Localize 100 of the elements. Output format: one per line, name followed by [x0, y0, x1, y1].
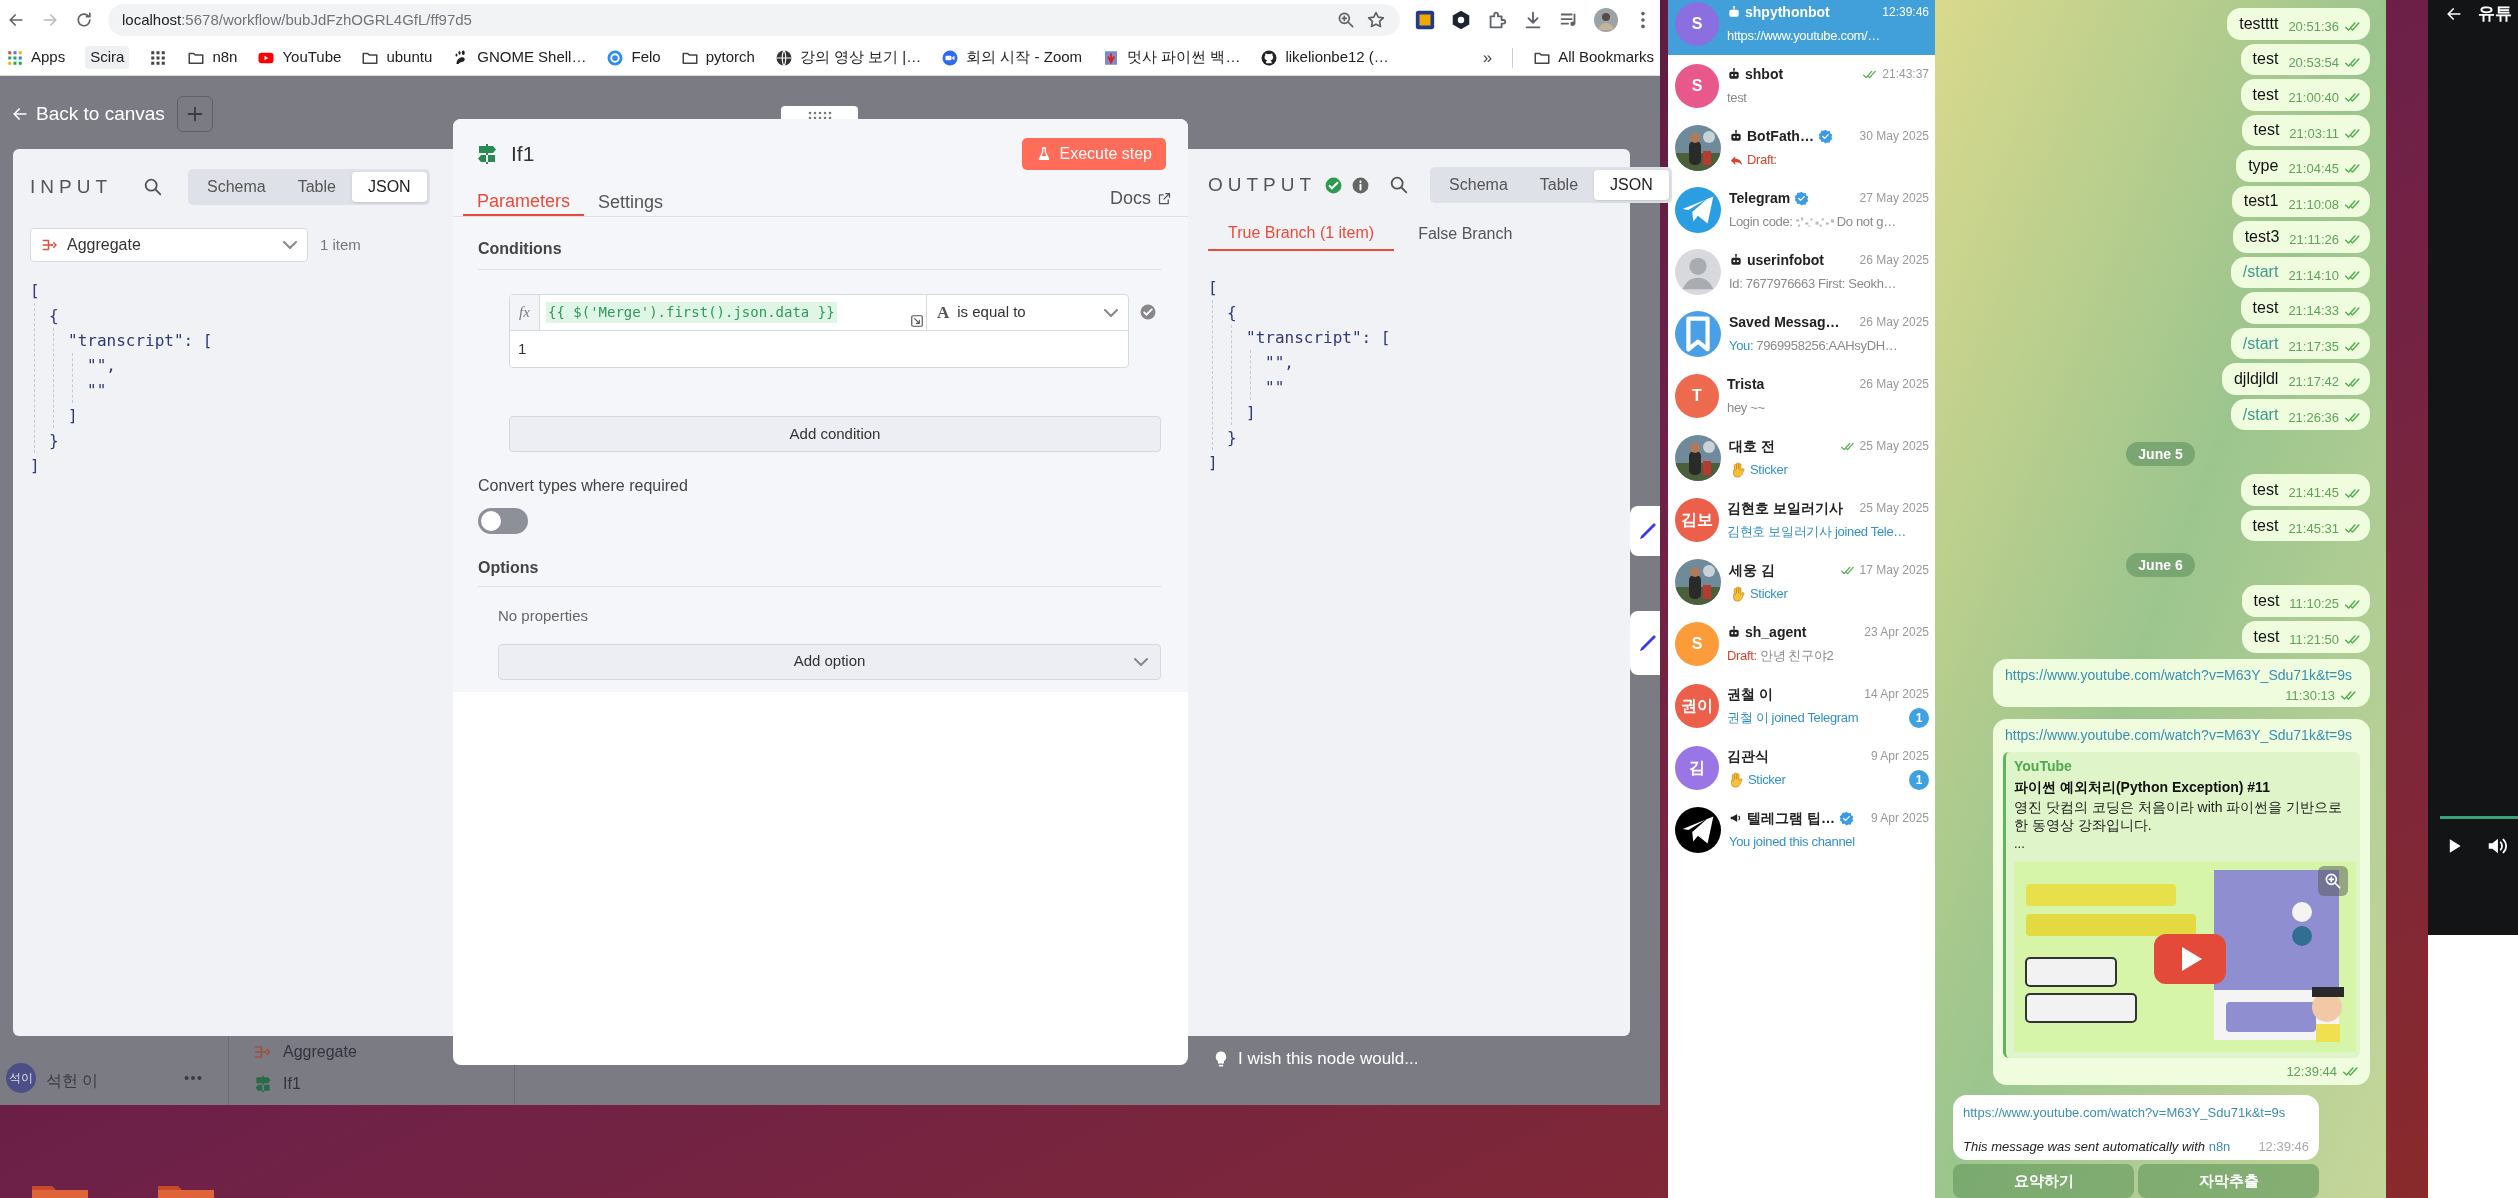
bookmark-link[interactable]: Scira: [85, 46, 130, 69]
unread-badge: 1: [1909, 770, 1929, 790]
bookmark-icon: [1675, 311, 1721, 357]
chat-name: 김현호 보일러기사: [1727, 498, 1843, 518]
message-link[interactable]: https://www.youtube.com/watch?v=M63Y_Sdu71k&t=9s: [1963, 1103, 2309, 1123]
view-tab[interactable]: Table: [1523, 170, 1595, 200]
chevron-down-icon: [283, 241, 297, 249]
message-time: 21:03:11: [2289, 124, 2339, 143]
bookmark-link[interactable]: 회의 시작 - Zoom: [941, 46, 1083, 69]
bookmark-link[interactable]: pytorch: [680, 46, 755, 69]
view-tab[interactable]: Schema: [1433, 170, 1524, 200]
bookmark-star-icon[interactable]: [1366, 10, 1386, 30]
chat-date: 14 Apr 2025: [1864, 686, 1929, 703]
view-tab[interactable]: Table: [281, 172, 352, 202]
extension-icon[interactable]: [1414, 9, 1436, 31]
branch-tab[interactable]: False Branch: [1398, 217, 1533, 251]
chat-name: Trista: [1727, 374, 1765, 394]
reload-icon[interactable]: [74, 10, 94, 30]
json-line: [: [1208, 277, 1219, 299]
view-tab[interactable]: Schema: [191, 172, 282, 202]
camera-logo-icon: [941, 48, 960, 67]
json-line: ]: [30, 455, 41, 477]
bookmark-link[interactable]: Felo: [606, 46, 661, 69]
overflow-chevron[interactable]: »: [1482, 44, 1493, 71]
message-time: 12:39:44: [2286, 1062, 2337, 1081]
zoom-button[interactable]: [2318, 865, 2348, 896]
extension-icon[interactable]: [1450, 9, 1472, 31]
bookmark-link[interactable]: ubuntu: [361, 46, 433, 69]
message-link[interactable]: https://www.youtube.com/watch?v=M63Y_Sdu71k&t=9s: [2005, 664, 2358, 686]
info-icon: [1351, 175, 1371, 195]
zoom-icon[interactable]: [1336, 10, 1356, 30]
preview-ellipsis: ...: [2014, 835, 2026, 853]
message-text: test: [2252, 515, 2279, 536]
bookmark-link[interactable]: Apps: [6, 46, 66, 69]
bookmark-link[interactable]: 강의 영상 보기 |…: [774, 46, 922, 69]
globe-icon: [774, 48, 793, 67]
telegram-logo-icon: [1675, 187, 1721, 233]
chat-list-item[interactable]: S shpythonbot 12:39:46 https://www.youtube.com/…: [1668, 0, 1935, 55]
chevron-down-icon: [1134, 657, 1148, 666]
search-icon[interactable]: [142, 176, 164, 198]
bookmark-link[interactable]: likelionbe12 (…: [1260, 46, 1389, 69]
chat-name: 텔레그램 팁…: [1747, 808, 1835, 828]
folder-icon[interactable]: [158, 1184, 214, 1198]
operator-dropdown[interactable]: A is equal to: [926, 295, 1128, 330]
message-time: 21:00:40: [2288, 89, 2339, 108]
bookmark-link[interactable]: GNOME Shell…: [452, 46, 587, 69]
message-time: 21:41:45: [2288, 484, 2339, 503]
source-dropdown[interactable]: Aggregate: [30, 228, 308, 262]
message-text: test3: [2244, 226, 2280, 247]
value-field[interactable]: 1: [510, 331, 1128, 367]
bookmark-link[interactable]: YouTube: [257, 46, 342, 69]
add-condition-button[interactable]: Add condition: [509, 416, 1161, 452]
preview-site: YouTube: [2014, 757, 2073, 776]
message-preview: 김현호 보일러기사 joined Tele…: [1727, 523, 1906, 542]
settings-tab[interactable]: Parameters: [463, 188, 585, 216]
feedback-link[interactable]: I wish this node would...: [1212, 1046, 1419, 1072]
chat-date: 26 May 2025: [1859, 252, 1929, 269]
message-time: 11:30:13: [2285, 686, 2335, 705]
message-text: test: [2252, 49, 2279, 70]
bookmark-link[interactable]: n8n: [187, 46, 238, 69]
grip-icon: [806, 109, 833, 121]
toggle-switch[interactable]: [478, 508, 528, 534]
preview-title: 파이썬 예외처리(Python Exception) #11: [2014, 778, 2271, 797]
person-icon: [1675, 249, 1721, 295]
json-line: "": [1265, 377, 1286, 399]
message-time: 21:26:36: [2288, 408, 2339, 427]
bookmark-link[interactable]: All Bookmarks: [1533, 46, 1654, 69]
docs-link[interactable]: Docs: [1110, 185, 1178, 216]
chat-name: sh_agent: [1745, 622, 1807, 642]
message-link[interactable]: https://www.youtube.com/watch?v=M63Y_Sdu71k&t=9s: [2003, 725, 2360, 746]
chat-date: 27 May 2025: [1859, 190, 1929, 207]
folder-icon[interactable]: [32, 1184, 88, 1198]
expand-icon[interactable]: [910, 314, 924, 328]
url-text: localhost:5678/workflow/bubJdFzhOGRL4GfL/ff97d5: [122, 9, 472, 30]
chat-date: 12:39:46: [1882, 4, 1929, 21]
message-text: test: [2253, 591, 2280, 612]
add-node-button[interactable]: [177, 96, 213, 132]
chevron-down-icon: [1104, 308, 1118, 317]
sender-label: You:: [1729, 337, 1754, 356]
view-tab[interactable]: JSON: [1594, 170, 1669, 200]
profile-avatar[interactable]: [1594, 8, 1618, 32]
settings-tab[interactable]: Settings: [584, 188, 678, 216]
address-bar[interactable]: localhost:5678/workflow/bubJdFzhOGRL4GfL/ff97d5: [108, 4, 1400, 36]
message-preview: hey ~~: [1727, 399, 1765, 418]
message-preview: Id: 7677976663 First: Seokh…: [1729, 275, 1897, 294]
user-avatar: 석이: [6, 1063, 36, 1093]
chat-avatar: T: [1675, 374, 1719, 418]
view-tab[interactable]: JSON: [351, 172, 427, 202]
date-label: June 5: [2126, 442, 2195, 467]
back-to-canvas-link[interactable]: Back to canvas: [10, 99, 170, 129]
json-line: "",: [87, 355, 117, 377]
message-text: test: [2252, 84, 2279, 105]
field-label: Convert types where required: [478, 476, 689, 496]
bookmark-link[interactable]: 멋사 파이썬 백…: [1102, 46, 1241, 69]
spoiler-icon: [1795, 217, 1834, 227]
grid-icon[interactable]: [149, 48, 168, 67]
message-text: type: [2248, 155, 2279, 176]
telegram-logo-icon: [1675, 807, 1721, 853]
n8n-link[interactable]: n8n: [2208, 1138, 2231, 1154]
add-option-button[interactable]: Add option: [498, 643, 1161, 680]
